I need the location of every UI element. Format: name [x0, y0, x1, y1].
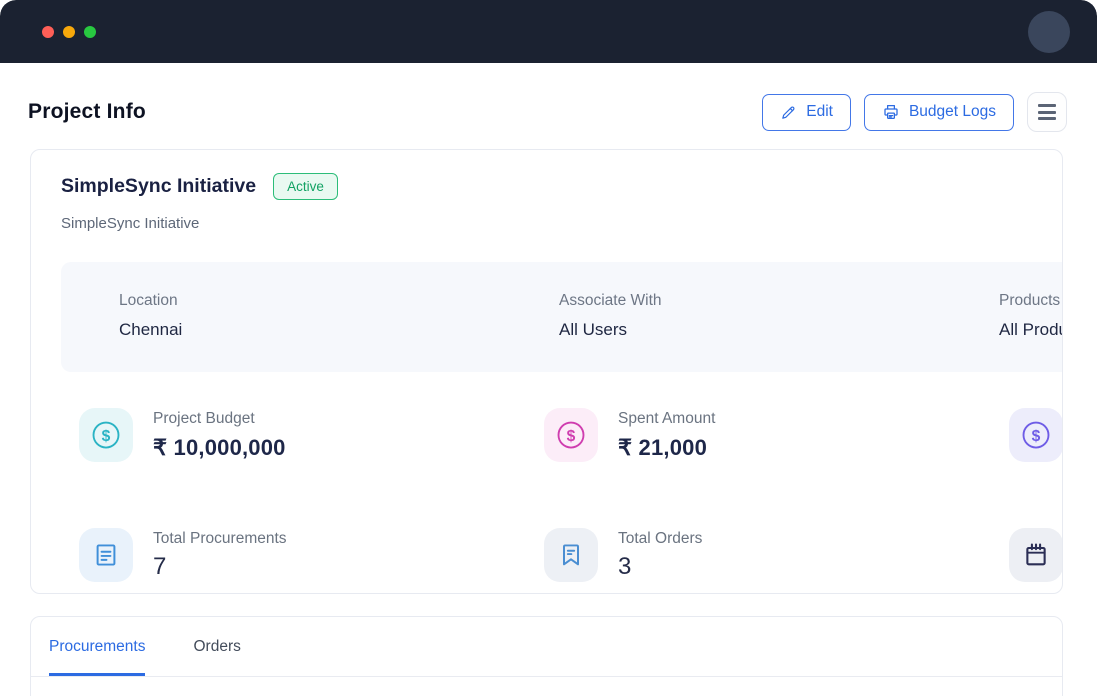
budget-logs-button-label: Budget Logs — [909, 103, 996, 121]
calendar-icon — [1009, 528, 1063, 582]
detail-associate-with: Associate With All Users — [559, 292, 999, 340]
detail-label: Products — [999, 292, 1063, 310]
detail-label: Location — [119, 292, 559, 310]
dollar-circle-icon: $ — [544, 408, 598, 462]
project-stats: $ Project Budget ₹ 10,000,000 $ Spent Am… — [79, 408, 1063, 582]
stat-clipped-date — [1009, 528, 1063, 582]
project-description: SimpleSync Initiative — [31, 200, 1062, 232]
bookmark-icon — [544, 528, 598, 582]
window-controls — [42, 26, 96, 38]
stat-total-procurements: Total Procurements 7 — [79, 528, 544, 582]
project-details-band: Location Chennai Associate With All User… — [61, 262, 1063, 372]
tab-procurements[interactable]: Procurements — [49, 617, 145, 676]
detail-label: Associate With — [559, 292, 999, 310]
stat-label: Total Orders — [618, 528, 702, 548]
stat-spent-amount: $ Spent Amount ₹ 21,000 — [544, 408, 1009, 462]
budget-logs-button[interactable]: Budget Logs — [864, 94, 1014, 131]
window-titlebar — [0, 0, 1097, 63]
project-name: SimpleSync Initiative — [61, 175, 256, 198]
header-actions: Edit Budget Logs — [762, 92, 1067, 132]
tabs-row: Procurements Orders — [31, 617, 1062, 677]
stat-value: 7 — [153, 553, 287, 581]
printer-log-icon — [882, 103, 900, 121]
detail-location: Location Chennai — [119, 292, 559, 340]
stat-value: 3 — [618, 553, 702, 581]
page-header: Project Info Edit — [0, 63, 1097, 149]
stat-label: Spent Amount — [618, 408, 715, 428]
stat-value: ₹ 10,000,000 — [153, 435, 286, 461]
dollar-circle-icon: $ — [1009, 408, 1063, 462]
edit-button[interactable]: Edit — [762, 94, 851, 131]
svg-text:$: $ — [1032, 428, 1041, 445]
dollar-circle-icon: $ — [79, 408, 133, 462]
close-window-button[interactable] — [42, 26, 54, 38]
stat-label: Total Procurements — [153, 528, 287, 548]
stat-value: ₹ 21,000 — [618, 435, 715, 461]
app-window: Project Info Edit — [0, 0, 1097, 696]
page-title: Project Info — [28, 100, 146, 124]
pencil-icon — [780, 104, 797, 121]
detail-tabs-card: Procurements Orders — [30, 616, 1063, 696]
tab-orders[interactable]: Orders — [193, 617, 240, 676]
zoom-window-button[interactable] — [84, 26, 96, 38]
svg-text:$: $ — [567, 428, 576, 445]
user-avatar[interactable] — [1028, 11, 1070, 53]
svg-text:$: $ — [102, 428, 111, 445]
document-icon — [79, 528, 133, 582]
stat-clipped-budget: $ — [1009, 408, 1063, 462]
detail-value: Chennai — [119, 320, 559, 340]
stat-label: Project Budget — [153, 408, 286, 428]
project-info-card: SimpleSync Initiative Active SimpleSync … — [30, 149, 1063, 594]
detail-value: All Products — [999, 320, 1063, 340]
detail-value: All Users — [559, 320, 999, 340]
menu-button[interactable] — [1027, 92, 1067, 132]
detail-products: Products All Products — [999, 292, 1063, 340]
edit-button-label: Edit — [806, 103, 833, 121]
minimize-window-button[interactable] — [63, 26, 75, 38]
status-badge: Active — [273, 173, 338, 200]
stat-project-budget: $ Project Budget ₹ 10,000,000 — [79, 408, 544, 462]
stat-total-orders: Total Orders 3 — [544, 528, 1009, 582]
hamburger-icon — [1038, 104, 1056, 120]
